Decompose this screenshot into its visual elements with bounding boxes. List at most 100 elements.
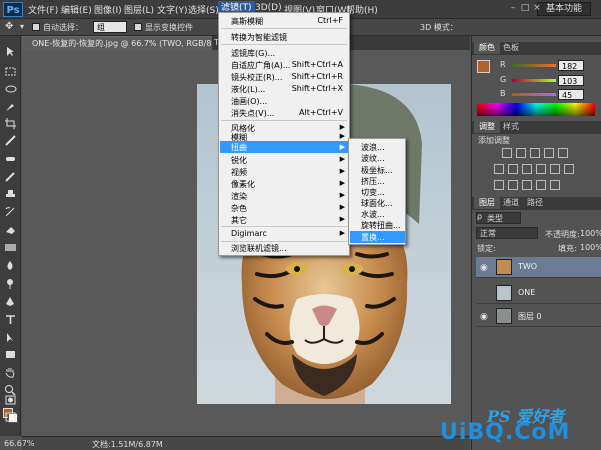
menu-item-lens-correction[interactable]: 镜头校正(R)... (231, 72, 282, 83)
submenu-item-twirl[interactable]: 旋转扭曲... (361, 220, 401, 231)
pen-icon[interactable] (4, 296, 17, 307)
color-lookup-icon[interactable] (564, 164, 574, 174)
layer-row-0[interactable]: ◉ 图层 0 (476, 306, 601, 327)
zoom-level[interactable]: 66.67% (4, 439, 35, 448)
quick-select-icon[interactable] (4, 101, 17, 112)
menu-item-video[interactable]: 视频 (231, 167, 247, 178)
menu-type[interactable]: 文字(Y) (157, 3, 188, 16)
shape-icon[interactable] (4, 349, 17, 360)
r-value-field[interactable]: 182 (558, 60, 584, 71)
eye-icon[interactable]: ◉ (480, 312, 488, 322)
tab-channels[interactable]: 通道 (498, 197, 524, 209)
history-brush-icon[interactable] (4, 206, 17, 217)
submenu-item-pinch[interactable]: 挤压... (361, 176, 385, 187)
menu-item-liquify[interactable]: 液化(L)... (231, 84, 265, 95)
selective-color-icon[interactable] (550, 180, 560, 190)
menu-item-filter-gallery[interactable]: 滤镜库(G)... (231, 48, 275, 59)
r-slider[interactable] (512, 64, 556, 67)
menu-item-pixelate[interactable]: 像素化 (231, 179, 255, 190)
menu-item-digimarc[interactable]: Digimarc (231, 229, 267, 238)
tab-adjustments[interactable]: 调整 (474, 121, 500, 133)
eraser-icon[interactable] (4, 224, 17, 235)
workspace-switcher[interactable]: 基本功能 (537, 2, 591, 16)
type-icon[interactable] (4, 314, 17, 325)
maximize-icon[interactable]: □ (520, 3, 530, 13)
marquee-icon[interactable] (4, 66, 17, 77)
exposure-icon[interactable] (544, 148, 554, 158)
g-value-field[interactable]: 103 (558, 75, 584, 86)
menu-file[interactable]: 文件(F) (28, 3, 58, 16)
menu-item-distort[interactable]: 扭曲 (231, 142, 247, 153)
tab-color[interactable]: 颜色 (474, 42, 500, 54)
blur-icon[interactable] (4, 260, 17, 271)
levels-icon[interactable] (516, 148, 526, 158)
submenu-item-polar[interactable]: 极坐标... (361, 165, 393, 176)
tab-layers[interactable]: 图层 (474, 197, 500, 209)
blend-mode-dropdown[interactable]: 正常 (476, 227, 538, 239)
submenu-item-displace[interactable]: 置换... (361, 232, 385, 243)
gradient-icon[interactable] (4, 242, 17, 253)
menu-item-browse-online[interactable]: 浏览联机滤镜... (231, 243, 287, 254)
menu-item-gaussian-blur[interactable]: 高斯模糊 (231, 16, 263, 27)
color-spectrum-bar[interactable] (477, 103, 595, 116)
menu-image[interactable]: 图像(I) (94, 3, 122, 16)
menu-item-smart-filter[interactable]: 转换为智能滤镜 (231, 32, 287, 43)
brightness-icon[interactable] (502, 148, 512, 158)
show-transform-checkbox[interactable] (134, 23, 142, 31)
layer-filter-dropdown[interactable]: 类型 (476, 212, 521, 224)
tab-swatches[interactable]: 色板 (498, 42, 524, 54)
dodge-icon[interactable] (4, 278, 17, 289)
submenu-item-zigzag[interactable]: 水波... (361, 209, 385, 220)
menu-edit[interactable]: 编辑(E) (61, 3, 92, 16)
channel-mixer-icon[interactable] (550, 164, 560, 174)
menu-item-render[interactable]: 渲染 (231, 191, 247, 202)
hue-saturation-icon[interactable] (494, 164, 504, 174)
minimize-icon[interactable]: – (508, 3, 518, 13)
close-icon[interactable]: × (532, 3, 542, 13)
brush-icon[interactable] (4, 171, 17, 182)
chevron-down-icon[interactable]: ▾ (20, 22, 24, 31)
black-white-icon[interactable] (522, 164, 532, 174)
document-tab[interactable]: ONE-恢复的-恢复的.jpg @ 66.7% (TWO, RGB/8#) * (22, 36, 212, 50)
photo-filter-icon[interactable] (536, 164, 546, 174)
hand-icon[interactable] (4, 367, 17, 378)
eyedropper-icon[interactable] (4, 135, 17, 146)
move-icon[interactable] (4, 46, 17, 57)
menu-item-oil-paint[interactable]: 油画(O)... (231, 96, 267, 107)
menu-layer[interactable]: 图层(L) (124, 3, 154, 16)
color-panel-foreground-swatch[interactable] (477, 60, 490, 73)
menu-item-other[interactable]: 其它 (231, 215, 247, 226)
eye-icon[interactable]: ◉ (480, 263, 488, 273)
b-slider[interactable] (512, 93, 556, 96)
fill-value[interactable]: 100% (580, 243, 601, 252)
vibrance-icon[interactable] (558, 148, 568, 158)
threshold-icon[interactable] (522, 180, 532, 190)
layer-name[interactable]: ONE (518, 288, 535, 297)
quick-mask-icon[interactable] (4, 394, 17, 405)
posterize-icon[interactable] (508, 180, 518, 190)
invert-icon[interactable] (494, 180, 504, 190)
b-value-field[interactable]: 45 (558, 89, 584, 100)
screen-mode-icon[interactable] (4, 411, 17, 422)
crop-icon[interactable] (4, 118, 17, 129)
clone-stamp-icon[interactable] (4, 188, 17, 199)
menu-help[interactable]: 帮助(H) (346, 3, 378, 16)
layer-row-two[interactable]: ◉ TWO (476, 257, 601, 278)
auto-select-checkbox[interactable] (32, 23, 40, 31)
curves-icon[interactable] (530, 148, 540, 158)
auto-select-dropdown[interactable]: 组 (93, 21, 127, 33)
healing-brush-icon[interactable] (4, 153, 17, 164)
submenu-item-wave[interactable]: 波浪... (361, 142, 385, 153)
menu-item-adaptive-wide-angle[interactable]: 自适应广角(A)... (231, 60, 290, 71)
lasso-icon[interactable] (4, 84, 17, 95)
tab-styles[interactable]: 样式 (498, 121, 524, 133)
menu-select[interactable]: 选择(S) (188, 3, 219, 16)
path-select-icon[interactable] (4, 332, 17, 343)
tab-paths[interactable]: 路径 (522, 197, 548, 209)
g-slider[interactable] (512, 79, 556, 82)
layer-row-one[interactable]: ONE (476, 283, 601, 304)
submenu-item-ripple[interactable]: 波纹... (361, 153, 385, 164)
menu-item-sharpen[interactable]: 锐化 (231, 155, 247, 166)
color-balance-icon[interactable] (508, 164, 518, 174)
gradient-map-icon[interactable] (536, 180, 546, 190)
